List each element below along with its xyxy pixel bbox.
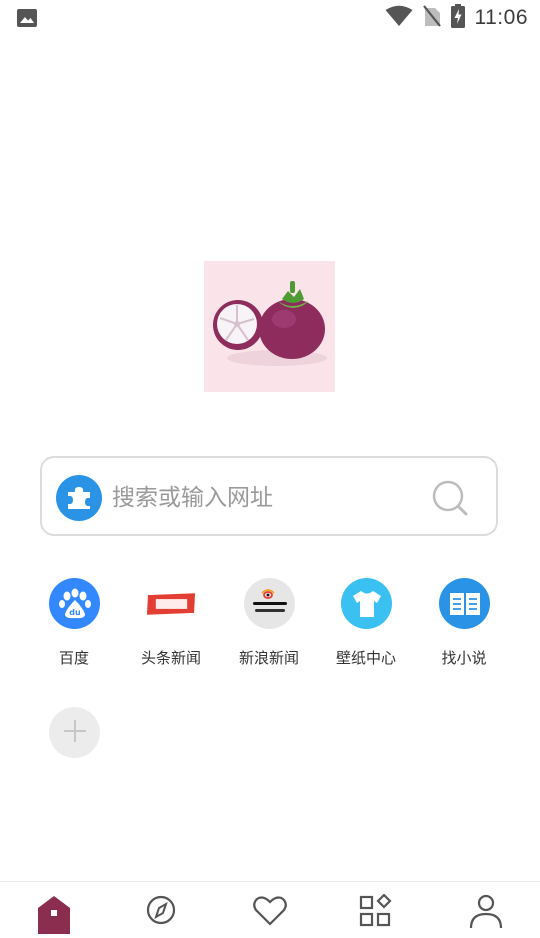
shortcut-wallpaper[interactable]: 壁纸中心 bbox=[317, 578, 415, 670]
status-time: 11:06 bbox=[474, 6, 528, 29]
search-icon[interactable] bbox=[432, 480, 470, 518]
shortcut-novel[interactable]: 找小说 bbox=[415, 578, 513, 670]
apps-icon[interactable] bbox=[358, 893, 398, 934]
add-shortcut-button[interactable] bbox=[49, 707, 100, 758]
shortcut-toutiao[interactable]: 头条新闻 bbox=[122, 578, 220, 670]
puzzle-icon[interactable] bbox=[56, 475, 102, 521]
search-box[interactable]: 搜索或输入网址 bbox=[40, 456, 498, 536]
tshirt-icon bbox=[341, 578, 392, 629]
shortcut-sina[interactable]: 新浪新闻 bbox=[220, 578, 318, 670]
bottom-navigation bbox=[0, 881, 540, 934]
shortcut-label: 百度 bbox=[58, 649, 89, 667]
compass-icon[interactable] bbox=[141, 894, 181, 934]
image-notification-icon bbox=[16, 8, 38, 32]
search-input[interactable]: 搜索或输入网址 bbox=[112, 484, 273, 512]
no-sim-icon bbox=[422, 5, 441, 31]
svg-text:du: du bbox=[69, 608, 81, 617]
wifi-icon bbox=[385, 5, 413, 31]
battery-charging-icon bbox=[450, 4, 465, 32]
sina-icon bbox=[244, 578, 295, 629]
heart-icon[interactable] bbox=[250, 894, 290, 934]
shortcut-label: 壁纸中心 bbox=[335, 649, 396, 667]
status-bar: 11:06 bbox=[0, 0, 540, 36]
shortcut-label: 找小说 bbox=[441, 649, 487, 667]
mangosteen-logo-icon bbox=[204, 261, 335, 392]
shortcut-baidu[interactable]: du 百度 bbox=[25, 578, 123, 670]
shortcut-label: 新浪新闻 bbox=[238, 649, 299, 667]
baidu-icon: du bbox=[49, 578, 100, 629]
profile-icon[interactable] bbox=[466, 894, 506, 934]
shortcut-label: 头条新闻 bbox=[140, 649, 201, 667]
plus-icon bbox=[62, 718, 88, 748]
toutiao-icon bbox=[146, 578, 197, 629]
book-icon bbox=[439, 578, 490, 629]
home-icon[interactable] bbox=[34, 894, 74, 934]
